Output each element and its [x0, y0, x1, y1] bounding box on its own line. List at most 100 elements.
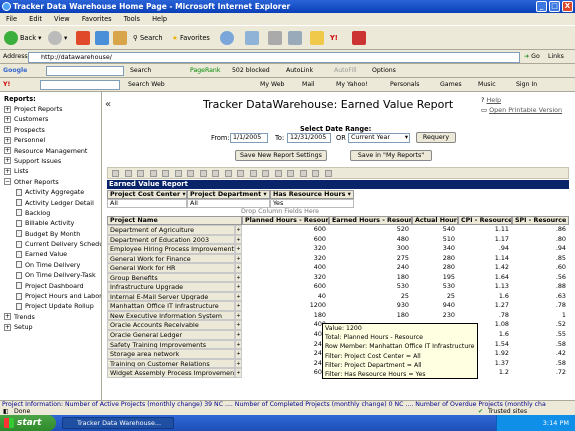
cell-planned[interactable]: 320 — [242, 254, 329, 264]
sidebar-subitem[interactable]: On Time Delivery-Task — [2, 270, 101, 280]
cell-spi[interactable]: .58 — [512, 340, 569, 350]
column-planned-hours[interactable]: Planned Hours - Resource — [242, 216, 329, 225]
search-button[interactable]: ⚲ Search — [133, 30, 163, 46]
search-web-button[interactable]: Search Web — [128, 80, 165, 90]
cell-planned[interactable]: 600 — [242, 368, 329, 378]
expand-row-icon[interactable]: + — [235, 253, 242, 264]
edit-button[interactable] — [288, 30, 304, 46]
cell-actual[interactable]: 280 — [412, 254, 458, 264]
period-select[interactable]: Current Year ▾ — [348, 133, 410, 143]
start-button[interactable]: start — [0, 415, 56, 431]
copy-icon[interactable] — [112, 170, 119, 177]
maximize-button[interactable]: □ — [549, 1, 560, 12]
cell-earned[interactable]: 180 — [329, 311, 412, 321]
autofill-button[interactable]: AutoFill — [334, 66, 357, 76]
address-input[interactable]: http://datawarehouse/ — [28, 52, 520, 63]
expand-row-icon[interactable]: + — [235, 349, 242, 359]
row-project-name[interactable]: Storage area network — [107, 349, 235, 359]
filter-cost-center[interactable]: Project Cost Center ▾ — [107, 190, 187, 199]
cell-cpi[interactable]: 1.17 — [458, 235, 512, 245]
row-project-name[interactable]: Manhattan Office IT Infrastructure — [107, 301, 235, 311]
cell-planned[interactable]: 400 — [242, 330, 329, 340]
expand-row-icon[interactable]: + — [235, 263, 242, 273]
cell-planned[interactable]: 240 — [242, 340, 329, 350]
cell-earned[interactable]: 275 — [329, 254, 412, 264]
cell-actual[interactable]: 280 — [412, 263, 458, 273]
row-project-name[interactable]: Internal E-Mail Server Upgrade — [107, 291, 235, 302]
cell-cpi[interactable]: 1.11 — [458, 225, 512, 235]
cell-spi[interactable]: .58 — [512, 359, 569, 369]
yahoo-search-input[interactable] — [40, 80, 120, 90]
cell-earned[interactable]: 930 — [329, 301, 412, 311]
save-new-settings-button[interactable]: Save New Report Settings — [235, 150, 327, 161]
filter-resource-hours[interactable]: Has Resource Hours ▾ — [270, 190, 354, 199]
history-button[interactable] — [220, 30, 236, 46]
cell-cpi[interactable]: 1.14 — [458, 254, 512, 264]
menu-edit[interactable]: Edit — [29, 15, 42, 23]
sidebar-subitem[interactable]: Budget By Month — [2, 229, 101, 239]
sidebar-subitem[interactable]: Backlog — [2, 208, 101, 218]
sidebar-subitem[interactable]: On Time Delivery — [2, 260, 101, 270]
sort-desc-icon[interactable] — [174, 170, 182, 177]
from-date-input[interactable]: 1/1/2005 — [230, 133, 268, 143]
excel-icon[interactable] — [312, 170, 319, 177]
my-yahoo-button[interactable]: My Yahoo! — [336, 80, 368, 90]
taskbar-window-button[interactable]: Tracker Data Warehouse... — [62, 417, 174, 429]
expand-row-icon[interactable]: + — [235, 330, 242, 340]
cell-spi[interactable]: 1 — [512, 311, 569, 321]
expand-row-icon[interactable]: + — [235, 282, 242, 292]
close-button[interactable]: X — [562, 1, 573, 12]
row-project-name[interactable]: Training on Customer Relations — [107, 358, 235, 369]
expand-row-icon[interactable]: + — [235, 310, 242, 321]
cell-actual[interactable]: 340 — [412, 244, 458, 254]
requery-button[interactable]: Requery — [416, 132, 456, 143]
cell-spi[interactable]: .78 — [512, 301, 569, 311]
print-button[interactable] — [268, 30, 284, 46]
cell-spi[interactable]: .85 — [512, 254, 569, 264]
cell-spi[interactable]: .94 — [512, 244, 569, 254]
cell-cpi[interactable]: .78 — [458, 311, 512, 321]
minimize-button[interactable]: _ — [536, 1, 547, 12]
cell-spi[interactable]: .55 — [512, 330, 569, 340]
cell-planned[interactable]: 240 — [242, 359, 329, 369]
export-icon[interactable] — [124, 170, 132, 177]
expand-row-icon[interactable]: + — [235, 291, 242, 302]
cell-spi[interactable]: .63 — [512, 292, 569, 302]
sidebar-item[interactable]: + Support Issues — [2, 156, 101, 166]
links-button[interactable]: Links — [548, 52, 564, 62]
sidebar-item[interactable]: + Personnel — [2, 135, 101, 145]
cell-planned[interactable]: 400 — [242, 263, 329, 273]
cell-earned[interactable]: 25 — [329, 292, 412, 302]
row-project-name[interactable]: Department of Agriculture — [107, 225, 235, 235]
menu-file[interactable]: File — [6, 15, 17, 23]
row-project-name[interactable]: Department of Education 2003 — [107, 234, 235, 245]
sort-asc-icon[interactable] — [162, 170, 169, 177]
expand-row-icon[interactable]: + — [235, 225, 242, 235]
cell-planned[interactable]: 600 — [242, 235, 329, 245]
cell-spi[interactable]: .86 — [512, 225, 569, 235]
mail-button[interactable] — [245, 30, 261, 46]
cell-earned[interactable]: 520 — [329, 225, 412, 235]
folder-button[interactable] — [310, 30, 326, 46]
show-details-icon[interactable] — [274, 170, 282, 177]
sidebar-item[interactable]: + Customers — [2, 114, 101, 124]
cell-spi[interactable]: .80 — [512, 235, 569, 245]
yahoo-button[interactable]: Y! — [330, 30, 338, 46]
cell-spi[interactable]: .42 — [512, 349, 569, 359]
row-project-name[interactable]: Employee Hiring Process Improvement — [107, 244, 235, 254]
favorites-button[interactable]: ★ Favorites — [172, 30, 210, 46]
column-earned-hours[interactable]: Earned Hours - Resource — [329, 216, 412, 225]
cell-actual[interactable]: 940 — [412, 301, 458, 311]
cell-actual[interactable]: 195 — [412, 273, 458, 283]
filter-department[interactable]: Project Department ▾ — [187, 190, 270, 199]
cell-earned[interactable]: 530 — [329, 282, 412, 292]
cell-cpi[interactable]: 1.42 — [458, 263, 512, 273]
cell-planned[interactable]: 600 — [242, 225, 329, 235]
expand-row-icon[interactable]: + — [235, 244, 242, 254]
cell-cpi[interactable]: 1.13 — [458, 282, 512, 292]
personals-button[interactable]: Personals — [390, 80, 420, 90]
cell-spi[interactable]: .88 — [512, 282, 569, 292]
messenger-button[interactable] — [352, 30, 368, 46]
sidebar-subitem[interactable]: Project Dashboard — [2, 281, 101, 291]
cell-cpi[interactable]: 1.64 — [458, 273, 512, 283]
